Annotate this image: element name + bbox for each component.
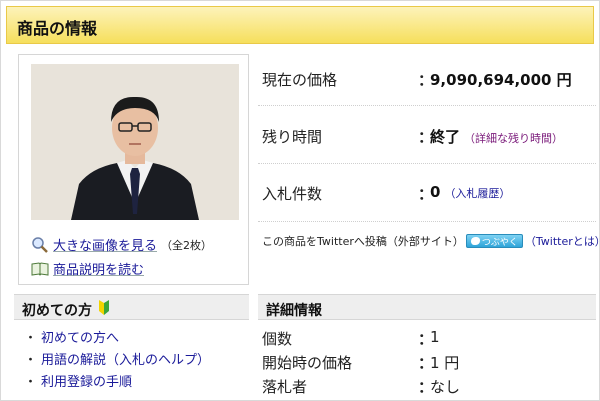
twitter-bird-icon xyxy=(470,237,480,245)
list-item: ・初めての方へ xyxy=(24,331,120,346)
page-title: 商品の情報 xyxy=(17,19,98,38)
table-row: 落札者 ： なし xyxy=(258,376,596,398)
detailed-time-link[interactable]: （詳細な残り時間） xyxy=(464,132,563,145)
beginner-section-header: 初めての方 xyxy=(14,294,249,320)
table-row: 開始時の価格 ： 1 円 xyxy=(258,352,596,374)
starting-price-label: 開始時の価格 xyxy=(262,354,353,372)
beginner-guide-link[interactable]: 初めての方へ xyxy=(41,331,119,346)
time-left-value-group: 終了 （詳細な残り時間） xyxy=(430,126,563,147)
table-row: 個数 ： 1 xyxy=(258,328,596,350)
quantity-label: 個数 xyxy=(262,330,293,348)
detail-section-header: 詳細情報 xyxy=(258,294,596,320)
current-price-value: 9,090,694,000 円 xyxy=(430,71,572,89)
starting-price-value: 1 円 xyxy=(430,354,460,372)
detail-section-title: 詳細情報 xyxy=(266,303,322,319)
enlarge-image-link[interactable]: 大きな画像を見る xyxy=(53,235,157,254)
current-price-label: 現在の価格 xyxy=(262,71,338,89)
beginner-section-title: 初めての方 xyxy=(22,303,92,319)
quantity-value: 1 xyxy=(430,328,440,346)
magnifier-icon xyxy=(31,236,49,253)
product-photo[interactable] xyxy=(31,64,239,220)
beginner-mark-icon xyxy=(98,300,110,315)
what-is-twitter-link[interactable]: （Twitterとは） xyxy=(525,233,600,249)
winner-label: 落札者 xyxy=(262,378,308,396)
time-left-value: 終了 xyxy=(430,128,461,146)
bid-count-value: 0 xyxy=(430,183,441,201)
bid-count-value-group: 0 （入札履歴） xyxy=(430,183,510,201)
bid-history-link[interactable]: （入札履歴） xyxy=(444,187,510,200)
list-item: ・用語の解説（入札のヘルプ） xyxy=(24,353,211,368)
bid-count-label: 入札件数 xyxy=(262,185,323,203)
read-description-row: 商品説明を読む xyxy=(31,259,144,278)
winner-value: なし xyxy=(430,378,461,396)
time-left-label: 残り時間 xyxy=(262,128,323,146)
tweet-button-label: つぶやく xyxy=(481,237,518,248)
glossary-link[interactable]: 用語の解説（入札のヘルプ） xyxy=(41,353,210,368)
beginner-help-list: ・初めての方へ ・用語の解説（入札のヘルプ） ・利用登録の手順 xyxy=(24,327,210,393)
twitter-share-text: この商品をTwitterへ投稿（外部サイト） xyxy=(262,235,464,248)
book-icon xyxy=(31,261,49,277)
twitter-share-row: この商品をTwitterへ投稿（外部サイト） つぶやく （Twitterとは） xyxy=(262,233,600,249)
tweet-button[interactable]: つぶやく xyxy=(465,234,523,248)
time-left-row: 残り時間 ： 終了 （詳細な残り時間） xyxy=(258,106,596,164)
current-price-row: 現在の価格 ： 9,090,694,000 円 xyxy=(258,48,596,106)
registration-steps-link[interactable]: 利用登録の手順 xyxy=(41,375,132,390)
product-photo-image xyxy=(31,64,239,220)
list-item: ・利用登録の手順 xyxy=(24,375,133,390)
photo-panel: 大きな画像を見る （全2枚） 商品説明を読む xyxy=(18,54,249,285)
item-info-header: 商品の情報 xyxy=(6,6,594,44)
image-count-note: （全2枚） xyxy=(161,238,213,252)
enlarge-image-row: 大きな画像を見る （全2枚） xyxy=(31,235,212,254)
bid-count-row: 入札件数 ： 0 （入札履歴） xyxy=(258,164,596,222)
read-description-link[interactable]: 商品説明を読む xyxy=(53,259,144,278)
